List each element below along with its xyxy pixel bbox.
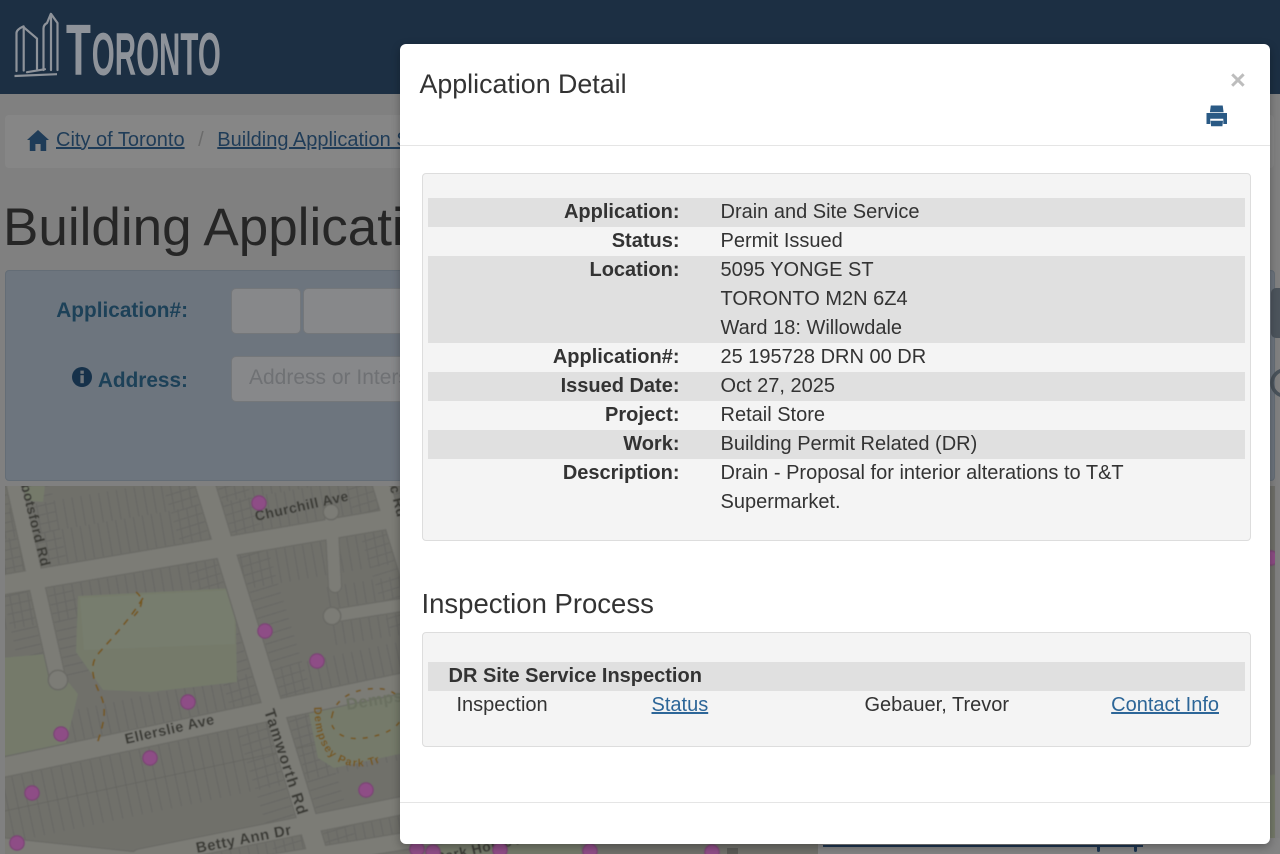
- svg-text:T: T: [66, 11, 91, 81]
- svg-text:ORONTO: ORONTO: [92, 21, 221, 81]
